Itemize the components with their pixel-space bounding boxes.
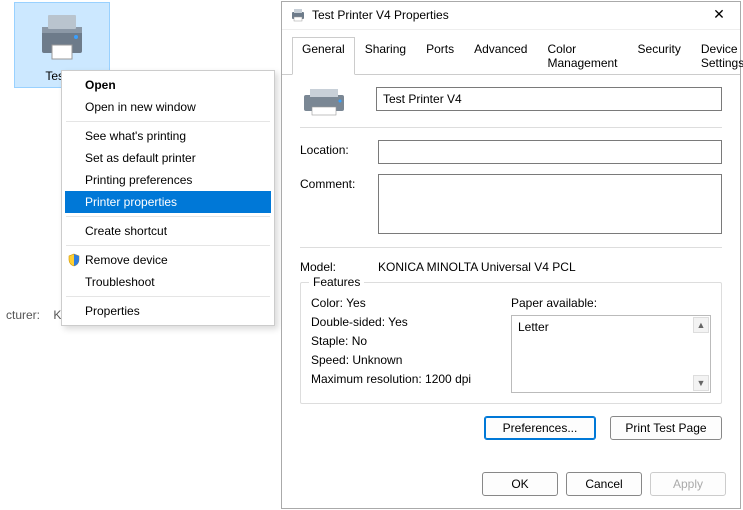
general-panel: Location: Comment: Model: KONICA MINOLTA…	[282, 75, 740, 464]
tabstrip: General Sharing Ports Advanced Color Man…	[282, 30, 740, 75]
scroll-down-icon[interactable]: ▼	[693, 375, 709, 391]
shield-icon	[67, 253, 81, 267]
paper-available-label: Paper available:	[511, 296, 711, 310]
printer-title-icon	[290, 7, 306, 23]
dialog-footer: OK Cancel Apply	[282, 464, 740, 508]
printer-large-icon	[34, 9, 90, 65]
status-bar: cturer: K	[0, 308, 61, 322]
tab-ports[interactable]: Ports	[416, 37, 464, 75]
feature-color: Color: Yes	[311, 296, 511, 310]
tab-sharing[interactable]: Sharing	[355, 37, 416, 75]
apply-button[interactable]: Apply	[650, 472, 726, 496]
menu-remove-device[interactable]: Remove device	[65, 249, 271, 271]
printer-properties-dialog: Test Printer V4 Properties ✕ General Sha…	[281, 1, 741, 509]
tab-advanced[interactable]: Advanced	[464, 37, 537, 75]
tab-device-settings[interactable]: Device Settings	[691, 37, 743, 75]
titlebar: Test Printer V4 Properties ✕	[282, 2, 740, 30]
printer-icon	[300, 87, 348, 117]
menu-see-whats-printing[interactable]: See what's printing	[65, 125, 271, 147]
menu-separator	[66, 296, 270, 297]
menu-separator	[66, 245, 270, 246]
menu-open[interactable]: Open	[65, 74, 271, 96]
menu-create-shortcut[interactable]: Create shortcut	[65, 220, 271, 242]
divider	[300, 127, 722, 128]
feature-staple: Staple: No	[311, 334, 511, 348]
feature-max-resolution: Maximum resolution: 1200 dpi	[311, 372, 511, 386]
menu-open-new-window[interactable]: Open in new window	[65, 96, 271, 118]
printer-name-input[interactable]	[376, 87, 722, 111]
model-value: KONICA MINOLTA Universal V4 PCL	[378, 260, 576, 274]
menu-separator	[66, 216, 270, 217]
comment-input[interactable]	[378, 174, 722, 234]
tab-security[interactable]: Security	[628, 37, 691, 75]
paper-item: Letter	[518, 320, 704, 334]
tab-general[interactable]: General	[292, 37, 355, 75]
manufacturer-label: cturer:	[6, 308, 40, 322]
menu-properties[interactable]: Properties	[65, 300, 271, 322]
tab-color-management[interactable]: Color Management	[537, 37, 627, 75]
context-menu: Open Open in new window See what's print…	[61, 70, 275, 326]
feature-speed: Speed: Unknown	[311, 353, 511, 367]
features-label: Features	[309, 275, 364, 289]
print-test-page-button[interactable]: Print Test Page	[610, 416, 722, 440]
menu-troubleshoot[interactable]: Troubleshoot	[65, 271, 271, 293]
ok-button[interactable]: OK	[482, 472, 558, 496]
menu-printer-properties[interactable]: Printer properties	[65, 191, 271, 213]
location-input[interactable]	[378, 140, 722, 164]
features-group: Features Color: Yes Double-sided: Yes St…	[300, 282, 722, 404]
comment-label: Comment:	[300, 174, 378, 191]
cancel-button[interactable]: Cancel	[566, 472, 642, 496]
divider	[300, 247, 722, 248]
menu-set-default[interactable]: Set as default printer	[65, 147, 271, 169]
scroll-up-icon[interactable]: ▲	[693, 317, 709, 333]
menu-printing-preferences[interactable]: Printing preferences	[65, 169, 271, 191]
feature-double-sided: Double-sided: Yes	[311, 315, 511, 329]
menu-separator	[66, 121, 270, 122]
paper-available-list[interactable]: Letter ▲ ▼	[511, 315, 711, 393]
dialog-title: Test Printer V4 Properties	[312, 8, 704, 22]
location-label: Location:	[300, 140, 378, 157]
preferences-button[interactable]: Preferences...	[484, 416, 596, 440]
model-label: Model:	[300, 260, 378, 274]
close-button[interactable]: ✕	[704, 6, 734, 23]
menu-remove-device-label: Remove device	[85, 253, 168, 267]
